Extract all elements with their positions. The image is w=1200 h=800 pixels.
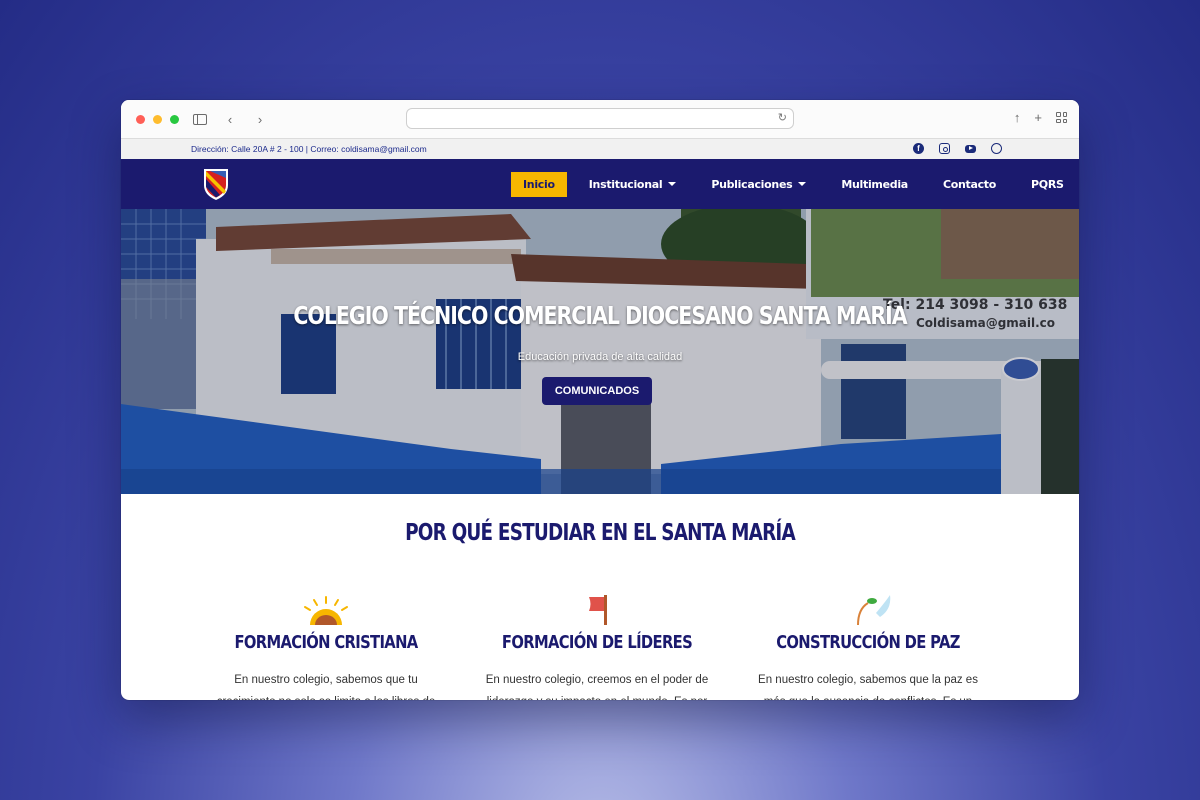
share-icon[interactable]: ↑: [1014, 110, 1021, 125]
comunicados-button[interactable]: COMUNICADOS: [542, 377, 652, 405]
main-menu: Inicio Institucional Publicaciones Multi…: [511, 159, 1079, 209]
nav-item-inicio[interactable]: Inicio: [511, 171, 567, 197]
feature-text: En nuestro colegio, creemos en el poder …: [485, 674, 709, 700]
youtube-icon[interactable]: [965, 144, 976, 153]
reload-icon[interactable]: ↻: [778, 111, 787, 124]
contact-info: Dirección: Calle 20A # 2 - 100 | Correo:…: [191, 144, 427, 154]
hero-title: COLEGIO TÉCNICO COMERCIAL DIOCESANO SANT…: [293, 301, 907, 330]
hero-banner: Tel: 214 3098 - 310 638 Coldisama@gmail.…: [121, 209, 1079, 494]
main-navbar: Inicio Institucional Publicaciones Multi…: [121, 159, 1079, 209]
browser-window: ‹ › ↻ ↑ + Dirección: Calle 20A # 2 - 100…: [121, 100, 1079, 700]
sprout-icon: [857, 595, 891, 626]
nav-label: Institucional: [588, 177, 663, 191]
nav-item-institucional[interactable]: Institucional: [589, 178, 677, 191]
hero-subtitle: Educación privada de alta calidad: [517, 351, 683, 363]
forward-arrow-icon[interactable]: ›: [251, 110, 269, 128]
nav-item-multimedia[interactable]: Multimedia: [841, 178, 908, 191]
flag-icon: [589, 595, 607, 625]
browser-toolbar: ‹ › ↻ ↑ +: [121, 100, 1079, 139]
feature-formacion-cristiana: FORMACIÓN CRISTIANA En nuestro colegio, …: [206, 595, 446, 700]
maximize-window-button[interactable]: [170, 114, 179, 124]
instagram-icon[interactable]: [939, 143, 950, 154]
feature-formacion-lideres: FORMACIÓN DE LÍDERES En nuestro colegio,…: [477, 595, 717, 700]
sidebar-toggle-icon[interactable]: [193, 113, 207, 125]
school-logo[interactable]: [201, 167, 231, 201]
feature-text: En nuestro colegio, sabemos que la paz e…: [758, 674, 978, 700]
facebook-icon[interactable]: f: [913, 143, 924, 154]
window-controls: [136, 114, 179, 124]
feature-construccion-paz: CONSTRUCCIÓN DE PAZ En nuestro colegio, …: [748, 595, 988, 700]
nav-label: Publicaciones: [711, 177, 793, 191]
tab-overview-icon[interactable]: [1056, 112, 1067, 123]
new-tab-icon[interactable]: +: [1034, 110, 1042, 125]
whatsapp-icon[interactable]: [991, 143, 1002, 154]
chevron-down-icon: [798, 182, 807, 186]
nav-item-pqrs[interactable]: PQRS: [1031, 178, 1064, 191]
address-bar[interactable]: ↻: [406, 108, 794, 129]
why-section-title: POR QUÉ ESTUDIAR EN EL SANTA MARÍA: [405, 520, 796, 546]
chevron-down-icon: [668, 182, 677, 186]
feature-title: FORMACIÓN CRISTIANA: [234, 632, 418, 653]
info-bar: Dirección: Calle 20A # 2 - 100 | Correo:…: [121, 139, 1079, 159]
nav-item-contacto[interactable]: Contacto: [943, 178, 996, 191]
back-arrow-icon[interactable]: ‹: [221, 110, 239, 128]
feature-text: En nuestro colegio, sabemos que tu creci…: [217, 674, 436, 700]
minimize-window-button[interactable]: [153, 114, 162, 124]
feature-title: CONSTRUCCIÓN DE PAZ: [776, 632, 960, 653]
social-links: f: [913, 143, 1002, 154]
close-window-button[interactable]: [136, 114, 145, 124]
nav-item-publicaciones[interactable]: Publicaciones: [711, 177, 807, 191]
feature-title: FORMACIÓN DE LÍDERES: [501, 632, 693, 653]
sunrise-icon: [304, 596, 348, 625]
